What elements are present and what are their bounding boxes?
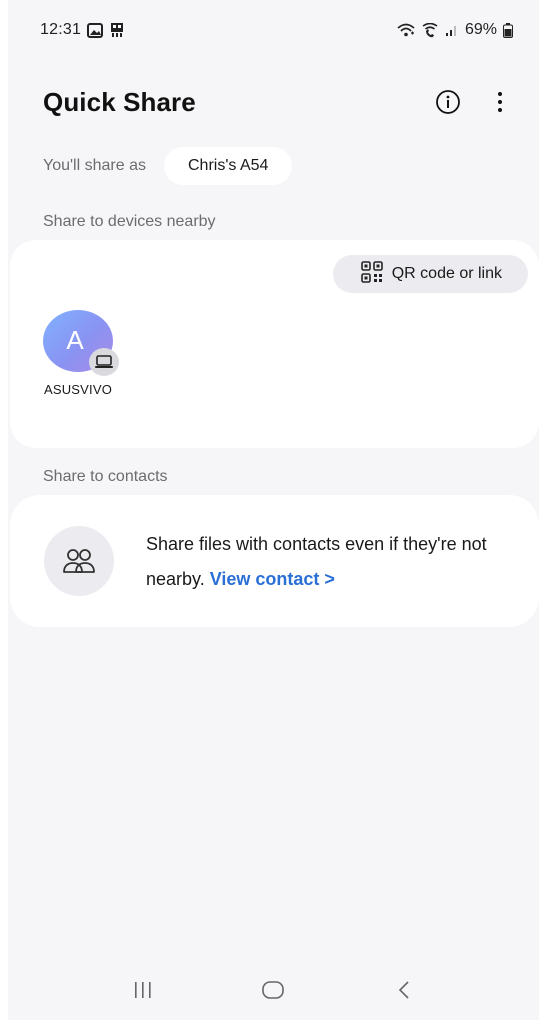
- qr-button-label: QR code or link: [391, 265, 502, 282]
- header-actions: [433, 87, 515, 117]
- status-time: 12:31: [40, 21, 82, 38]
- recents-icon[interactable]: [123, 970, 163, 1010]
- nearby-device-item[interactable]: A ASUSVIVO: [38, 310, 119, 397]
- screen-cast-icon: [109, 22, 125, 38]
- contacts-card: Share files with contacts even if they'r…: [10, 495, 539, 627]
- navigation-bar: [8, 960, 539, 1020]
- share-as-label: You'll share as: [43, 157, 146, 174]
- wifi-calling-icon: [421, 22, 439, 38]
- more-options-icon[interactable]: [485, 87, 515, 117]
- battery-icon: [503, 22, 513, 38]
- view-contact-link[interactable]: View contact >: [210, 569, 335, 589]
- status-bar-left: 12:31: [40, 21, 125, 39]
- info-icon[interactable]: [433, 87, 463, 117]
- nearby-section-label: Share to devices nearby: [43, 213, 216, 230]
- avatar-initial: A: [66, 324, 84, 355]
- device-name-chip[interactable]: Chris's A54: [163, 147, 293, 185]
- signal-icon: [445, 23, 459, 37]
- qr-code-icon: [360, 260, 383, 288]
- device-name-label: ASUSVIVO: [43, 382, 113, 397]
- quick-share-screen: 12:31 69% Quick Share You'll share as Ch…: [8, 0, 539, 1020]
- laptop-icon: [89, 348, 119, 376]
- app-header: Quick Share: [43, 80, 515, 124]
- contacts-icon: [44, 526, 114, 596]
- device-avatar: A: [43, 310, 119, 376]
- home-icon[interactable]: [253, 970, 293, 1010]
- qr-code-or-link-button[interactable]: QR code or link: [332, 255, 528, 293]
- contacts-description: Share files with contacts even if they'r…: [146, 527, 516, 597]
- status-bar-right: 69%: [397, 21, 513, 39]
- share-as-row: You'll share as Chris's A54: [43, 147, 293, 185]
- wifi-icon: [397, 23, 415, 37]
- contacts-section-label: Share to contacts: [43, 468, 168, 485]
- back-icon[interactable]: [384, 970, 424, 1010]
- nearby-devices-card: QR code or link A ASUSVIVO: [10, 240, 539, 448]
- status-bar: 12:31 69%: [8, 0, 539, 60]
- gallery-icon: [87, 22, 104, 38]
- page-title: Quick Share: [43, 86, 196, 117]
- battery-percentage: 69%: [464, 21, 497, 38]
